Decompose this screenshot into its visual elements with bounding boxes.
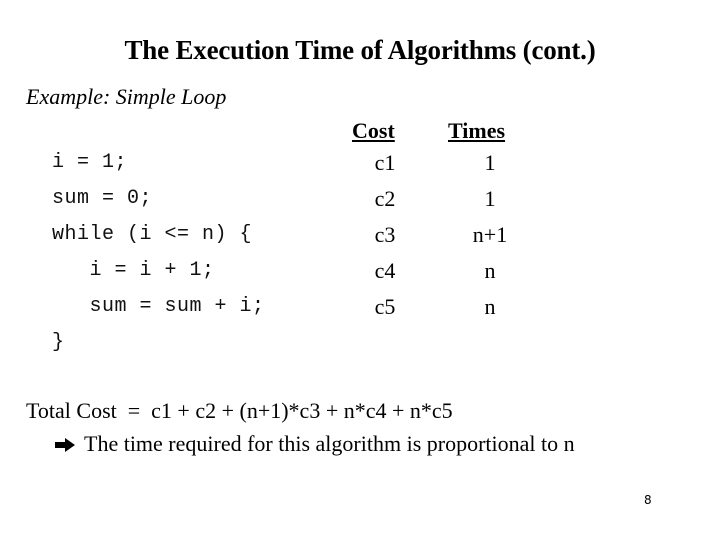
times-cell: 1: [484, 186, 496, 211]
cost-column-header: Cost: [352, 118, 395, 143]
slide-title: The Execution Time of Algorithms (cont.): [124, 35, 596, 65]
code-line: i = 1;: [52, 151, 128, 174]
right-arrow-icon: [54, 431, 78, 461]
code-line: sum = sum + i;: [52, 295, 265, 318]
code-block: i = 1; sum = 0; while (i <= n) { i = i +…: [52, 145, 265, 361]
cost-cell: c2: [374, 186, 396, 211]
conclusion-line: The time required for this algorithm is …: [54, 429, 575, 461]
times-cell: 1: [484, 150, 496, 175]
page-number: 8: [644, 493, 652, 507]
slide-subtitle: Example: Simple Loop: [26, 84, 227, 109]
cost-cell: c1: [374, 150, 396, 175]
times-cell: n+1: [472, 222, 508, 247]
times-column-header: Times: [448, 118, 506, 143]
cost-cell: c3: [374, 222, 396, 247]
code-line: while (i <= n) {: [52, 223, 253, 246]
code-line: i = i + 1;: [52, 259, 215, 282]
code-line: }: [52, 331, 65, 354]
cost-cell: c4: [374, 258, 396, 283]
code-line: sum = 0;: [52, 187, 153, 210]
cost-cell: c5: [374, 294, 396, 319]
times-cell: n: [484, 294, 496, 319]
total-cost-formula: Total Cost = c1 + c2 + (n+1)*c3 + n*c4 +…: [26, 398, 453, 423]
conclusion-text: The time required for this algorithm is …: [84, 431, 575, 456]
times-cell: n: [484, 258, 496, 283]
